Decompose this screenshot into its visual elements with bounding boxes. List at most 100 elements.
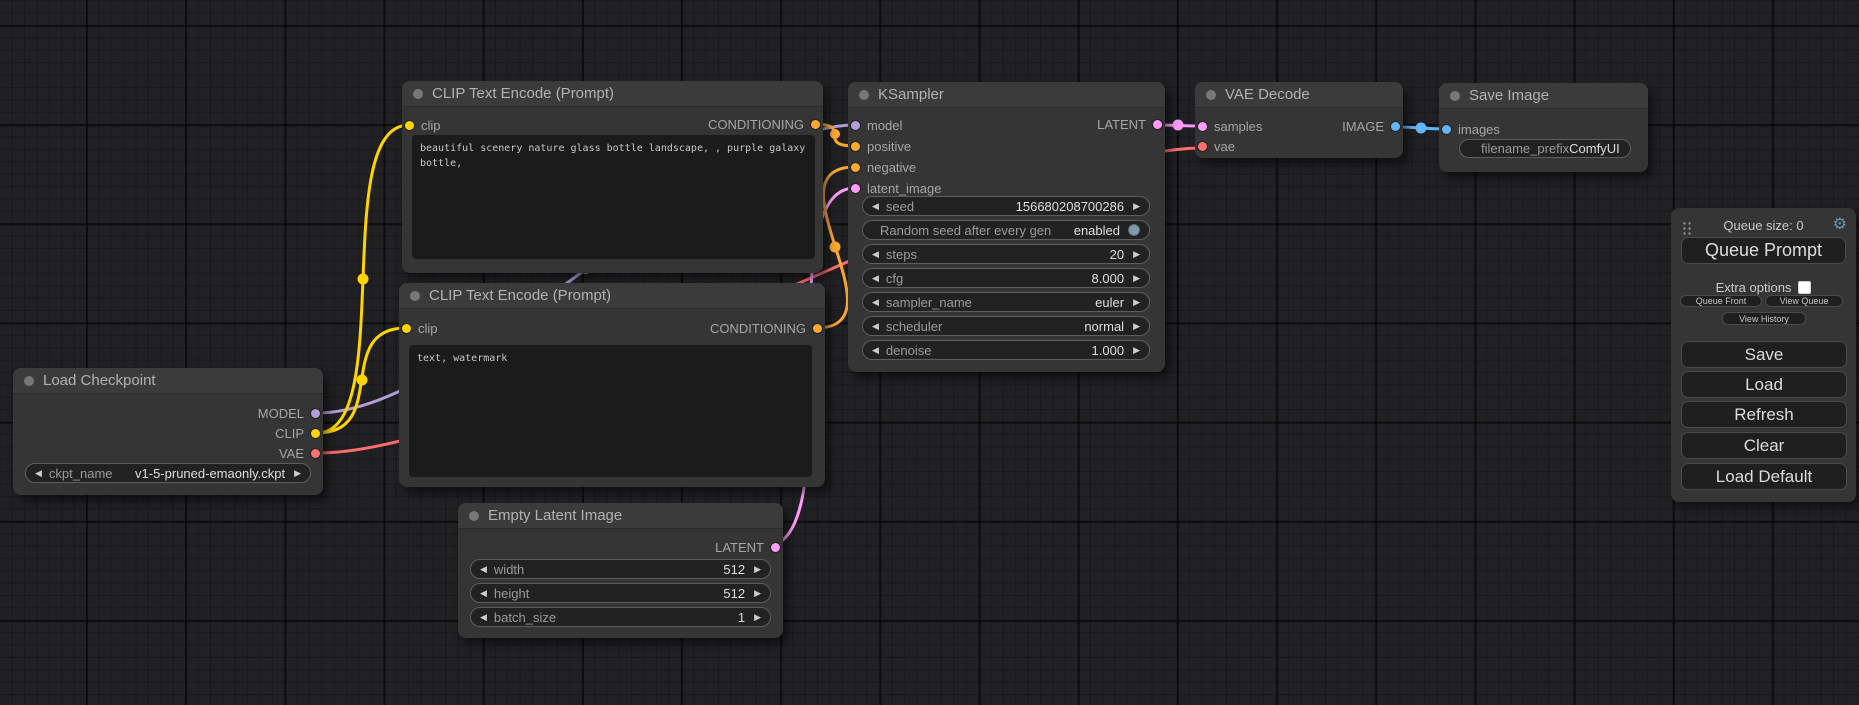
batch-size-widget[interactable]: ◀ batch_size 1 ▶ — [470, 607, 771, 627]
node-load-checkpoint[interactable]: Load Checkpoint MODEL CLIP VAE ◀ ckpt_na… — [13, 368, 323, 495]
increment-arrow-icon[interactable]: ▶ — [754, 564, 761, 575]
queue-panel[interactable]: Queue size: 0 ⚙ Queue Prompt Extra optio… — [1671, 208, 1856, 502]
random-seed-toggle-widget[interactable]: Random seed after every gen enabled — [862, 220, 1150, 240]
height-widget[interactable]: ◀ height 512 ▶ — [470, 583, 771, 603]
model-port-icon[interactable] — [851, 121, 860, 130]
output-port-conditioning[interactable]: CONDITIONING — [708, 115, 820, 133]
node-save-image[interactable]: Save Image images filename_prefix ComfyU… — [1439, 83, 1648, 172]
queue-front-button[interactable]: Queue Front — [1680, 295, 1762, 307]
latent-port-icon[interactable] — [851, 184, 860, 193]
collapse-dot-icon[interactable] — [24, 376, 34, 386]
ckpt-name-widget[interactable]: ◀ ckpt_name v1-5-pruned-emaonly.ckpt ▶ — [25, 463, 311, 483]
load-button[interactable]: Load — [1681, 371, 1847, 398]
latent-port-icon[interactable] — [1153, 120, 1162, 129]
collapse-dot-icon[interactable] — [413, 89, 423, 99]
decrement-arrow-icon[interactable]: ◀ — [872, 273, 879, 284]
output-port-latent[interactable]: LATENT — [715, 538, 780, 556]
model-port-icon[interactable] — [311, 409, 320, 418]
node-title-bar[interactable]: KSampler — [848, 82, 1165, 108]
increment-arrow-icon[interactable]: ▶ — [754, 588, 761, 599]
conditioning-port-icon[interactable] — [851, 142, 860, 151]
node-title-bar[interactable]: CLIP Text Encode (Prompt) — [399, 283, 825, 309]
decrement-arrow-icon[interactable]: ◀ — [872, 345, 879, 356]
seed-widget[interactable]: ◀ seed 156680208700286 ▶ — [862, 196, 1150, 216]
decrement-arrow-icon[interactable]: ◀ — [872, 249, 879, 260]
view-history-button[interactable]: View History — [1722, 312, 1806, 325]
cfg-widget[interactable]: ◀ cfg 8.000 ▶ — [862, 268, 1150, 288]
extra-options-checkbox[interactable] — [1798, 281, 1811, 294]
output-port-model[interactable]: MODEL — [258, 404, 320, 422]
node-title-bar[interactable]: VAE Decode — [1195, 82, 1403, 108]
output-port-clip[interactable]: CLIP — [275, 424, 320, 442]
decrement-arrow-icon[interactable]: ◀ — [480, 612, 487, 623]
collapse-dot-icon[interactable] — [469, 511, 479, 521]
collapse-dot-icon[interactable] — [859, 90, 869, 100]
conditioning-port-icon[interactable] — [813, 324, 822, 333]
clip-port-icon[interactable] — [402, 324, 411, 333]
decrement-arrow-icon[interactable]: ◀ — [480, 564, 487, 575]
scheduler-widget[interactable]: ◀ scheduler normal ▶ — [862, 316, 1150, 336]
clear-button[interactable]: Clear — [1681, 432, 1847, 459]
input-port-clip[interactable]: clip — [405, 116, 441, 134]
output-port-latent[interactable]: LATENT — [1097, 115, 1162, 133]
prompt-textarea[interactable]: beautiful scenery nature glass bottle la… — [412, 135, 815, 259]
denoise-widget[interactable]: ◀ denoise 1.000 ▶ — [862, 340, 1150, 360]
input-port-negative[interactable]: negative — [851, 158, 916, 176]
clip-port-icon[interactable] — [405, 121, 414, 130]
refresh-button[interactable]: Refresh — [1681, 401, 1847, 428]
increment-arrow-icon[interactable]: ▶ — [754, 612, 761, 623]
vae-port-icon[interactable] — [311, 449, 320, 458]
increment-arrow-icon[interactable]: ▶ — [294, 468, 301, 479]
latent-port-icon[interactable] — [771, 543, 780, 552]
output-port-vae[interactable]: VAE — [279, 444, 320, 462]
toggle-enabled-icon[interactable] — [1128, 224, 1140, 236]
prompt-textarea[interactable]: text, watermark — [409, 345, 812, 477]
decrement-arrow-icon[interactable]: ◀ — [480, 588, 487, 599]
increment-arrow-icon[interactable]: ▶ — [1133, 201, 1140, 212]
image-port-icon[interactable] — [1391, 122, 1400, 131]
input-port-samples[interactable]: samples — [1198, 117, 1262, 135]
node-title-bar[interactable]: Load Checkpoint — [13, 368, 323, 394]
collapse-dot-icon[interactable] — [1206, 90, 1216, 100]
collapse-dot-icon[interactable] — [1450, 91, 1460, 101]
queue-prompt-button[interactable]: Queue Prompt — [1681, 237, 1846, 264]
increment-arrow-icon[interactable]: ▶ — [1133, 249, 1140, 260]
vae-port-icon[interactable] — [1198, 142, 1207, 151]
output-port-conditioning[interactable]: CONDITIONING — [710, 319, 822, 337]
filename-prefix-widget[interactable]: filename_prefix ComfyUI — [1459, 139, 1631, 158]
output-port-image[interactable]: IMAGE — [1342, 117, 1400, 135]
view-queue-button[interactable]: View Queue — [1765, 295, 1843, 307]
input-port-model[interactable]: model — [851, 116, 902, 134]
clip-port-icon[interactable] — [311, 429, 320, 438]
width-widget[interactable]: ◀ width 512 ▶ — [470, 559, 771, 579]
node-title-bar[interactable]: Save Image — [1439, 83, 1648, 109]
conditioning-port-icon[interactable] — [851, 163, 860, 172]
decrement-arrow-icon[interactable]: ◀ — [872, 201, 879, 212]
graph-canvas[interactable]: { "colors": { "model": "#B39DDB", "clip"… — [0, 0, 1859, 705]
node-empty-latent-image[interactable]: Empty Latent Image LATENT ◀ width 512 ▶ … — [458, 503, 783, 638]
input-port-positive[interactable]: positive — [851, 137, 911, 155]
increment-arrow-icon[interactable]: ▶ — [1133, 321, 1140, 332]
decrement-arrow-icon[interactable]: ◀ — [872, 297, 879, 308]
node-ksampler[interactable]: KSampler model positive negative latent_… — [848, 82, 1165, 372]
node-title-bar[interactable]: Empty Latent Image — [458, 503, 783, 529]
input-port-vae[interactable]: vae — [1198, 137, 1235, 155]
node-clip-text-encode-negative[interactable]: CLIP Text Encode (Prompt) clip CONDITION… — [399, 283, 825, 487]
node-clip-text-encode-positive[interactable]: CLIP Text Encode (Prompt) clip CONDITION… — [402, 81, 823, 273]
increment-arrow-icon[interactable]: ▶ — [1133, 273, 1140, 284]
input-port-clip[interactable]: clip — [402, 319, 438, 337]
increment-arrow-icon[interactable]: ▶ — [1133, 345, 1140, 356]
conditioning-port-icon[interactable] — [811, 120, 820, 129]
decrement-arrow-icon[interactable]: ◀ — [35, 468, 42, 479]
collapse-dot-icon[interactable] — [410, 291, 420, 301]
gear-icon[interactable]: ⚙ — [1833, 214, 1847, 234]
node-title-bar[interactable]: CLIP Text Encode (Prompt) — [402, 81, 823, 107]
save-button[interactable]: Save — [1681, 341, 1847, 368]
load-default-button[interactable]: Load Default — [1681, 463, 1847, 490]
node-vae-decode[interactable]: VAE Decode samples vae IMAGE — [1195, 82, 1403, 158]
sampler-name-widget[interactable]: ◀ sampler_name euler ▶ — [862, 292, 1150, 312]
image-port-icon[interactable] — [1442, 125, 1451, 134]
input-port-latent-image[interactable]: latent_image — [851, 179, 941, 197]
decrement-arrow-icon[interactable]: ◀ — [872, 321, 879, 332]
steps-widget[interactable]: ◀ steps 20 ▶ — [862, 244, 1150, 264]
